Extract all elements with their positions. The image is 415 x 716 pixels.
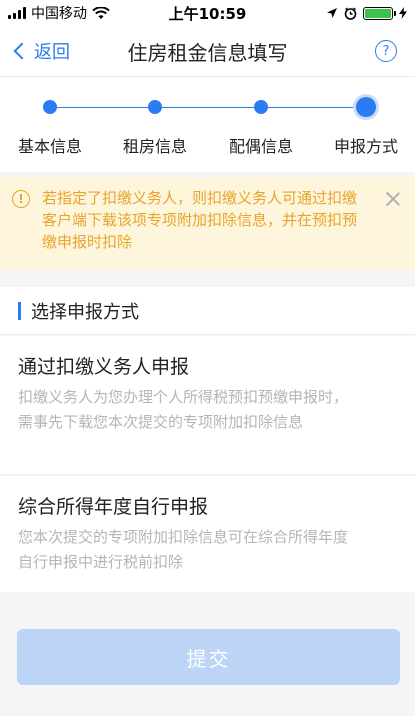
location-arrow-icon <box>327 8 337 18</box>
option-title: 综合所得年度自行申报 <box>18 496 209 518</box>
charging-bolt-icon <box>399 7 407 19</box>
step-dot-2 <box>148 100 162 114</box>
step-label-declare-method: 申报方式 <box>333 137 399 156</box>
battery-fill <box>365 8 391 18</box>
battery-icon <box>363 6 396 20</box>
signal-icon <box>8 7 26 19</box>
step-dot-1 <box>43 100 57 114</box>
option-title: 通过扣缴义务人申报 <box>18 356 190 378</box>
close-icon[interactable] <box>383 189 403 209</box>
section-header: 选择申报方式 <box>0 287 415 335</box>
step-label-rental-info: 租房信息 <box>122 137 188 156</box>
option-self-annual-declare[interactable]: 综合所得年度自行申报 您本次提交的专项附加扣除信息可在综合所得年度自行申报中进行… <box>0 476 415 592</box>
step-connector-line <box>50 107 366 108</box>
progress-stepper: 基本信息 租房信息 配偶信息 申报方式 <box>0 76 415 172</box>
step-label-basic-info: 基本信息 <box>17 137 83 156</box>
wifi-icon <box>92 6 110 19</box>
step-dot-3 <box>254 100 268 114</box>
back-label: 返回 <box>34 42 70 63</box>
step-label-spouse-info: 配偶信息 <box>228 137 294 156</box>
alarm-clock-icon <box>344 6 357 20</box>
help-button[interactable]: ? <box>375 40 397 62</box>
warning-icon: ! <box>12 190 30 208</box>
status-time: 上午10:59 <box>168 4 247 23</box>
option-description: 扣缴义务人为您办理个人所得税预扣预缴申报时，需事先下载您本次提交的专项附加扣除信… <box>18 388 349 431</box>
section-accent-bar <box>18 301 21 320</box>
status-left: 中国移动 <box>8 3 148 23</box>
notice-text: 若指定了扣缴义务人，则扣缴义务人可通过扣缴客户端下载该项专项附加扣除信息，并在预… <box>42 189 358 251</box>
back-button[interactable]: 返回 <box>12 26 70 76</box>
submit-button[interactable]: 提交 <box>17 629 400 685</box>
status-bar: 中国移动 上午10:59 <box>0 0 415 26</box>
nav-bar: 返回 住房租金信息填写 ? <box>0 26 415 76</box>
step-dot-4-current <box>356 97 376 117</box>
status-right <box>267 6 407 20</box>
section-title: 选择申报方式 <box>31 301 139 323</box>
carrier-label: 中国移动 <box>31 6 87 22</box>
option-description: 您本次提交的专项附加扣除信息可在综合所得年度自行申报中进行税前扣除 <box>18 528 349 571</box>
question-mark-icon: ? <box>382 43 390 59</box>
chevron-left-icon <box>13 42 31 60</box>
option-withholding-agent[interactable]: 通过扣缴义务人申报 扣缴义务人为您办理个人所得税预扣预缴申报时，需事先下载您本次… <box>0 336 415 475</box>
submit-area: 提交 <box>0 592 415 716</box>
notice-banner: ! 若指定了扣缴义务人，则扣缴义务人可通过扣缴客户端下载该项专项附加扣除信息，并… <box>0 177 415 270</box>
